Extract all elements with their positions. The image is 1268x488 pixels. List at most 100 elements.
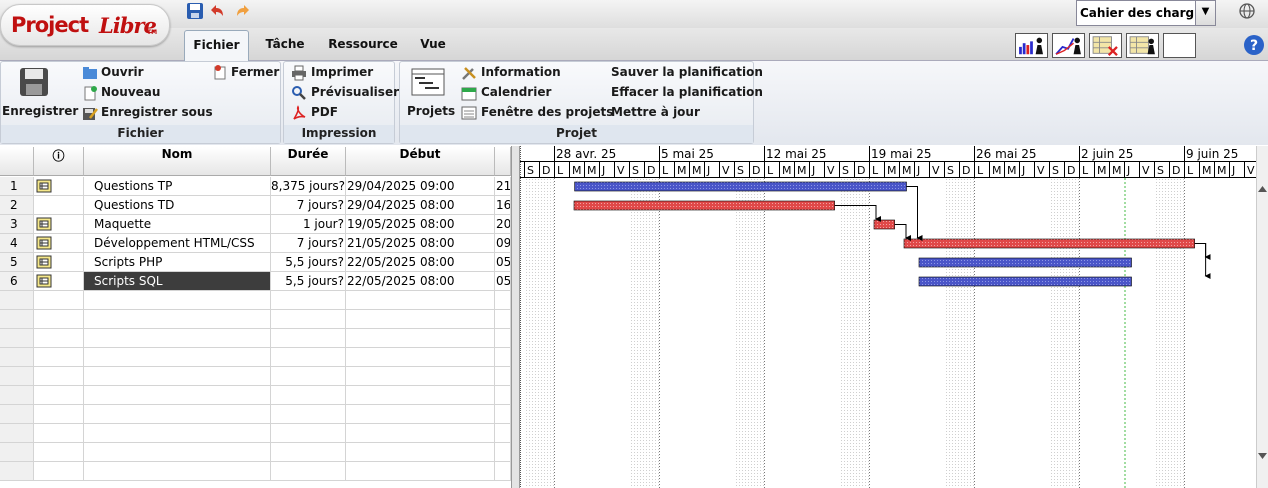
end-cell[interactable] [495,310,511,329]
table-row[interactable] [0,291,511,310]
header-info[interactable]: ⓘ [34,147,84,176]
calendar-button[interactable]: Calendrier [481,85,551,99]
projects-window-button[interactable]: Fenêtre des projets [481,105,613,119]
end-cell[interactable] [495,329,511,348]
row-number-cell[interactable] [0,443,34,462]
table-row[interactable] [0,386,511,405]
vertical-scrollbar[interactable] [1256,146,1268,488]
task-usage-view-icon[interactable] [1089,33,1122,58]
info-cell[interactable] [34,215,84,234]
table-row[interactable]: 5 Scripts PHP 5,5 jours? 22/05/2025 08:00 05 [0,253,511,272]
resource-usage-view-icon[interactable] [1126,33,1159,58]
clear-baseline-button[interactable]: Effacer la planification [611,85,763,99]
end-cell[interactable]: 21 [495,177,511,196]
duration-cell[interactable]: 7 jours? [271,196,346,215]
end-cell[interactable]: 05 [495,253,511,272]
info-cell[interactable] [34,348,84,367]
table-row[interactable] [0,443,511,462]
name-cell[interactable] [84,367,271,386]
row-number-cell[interactable] [0,367,34,386]
row-number-cell[interactable]: 6 [0,272,34,291]
end-cell[interactable] [495,405,511,424]
table-row[interactable]: 2 Questions TD 7 jours? 29/04/2025 08:00 16 [0,196,511,215]
start-cell[interactable] [346,329,495,348]
redo-icon[interactable] [234,2,252,20]
info-cell[interactable] [34,405,84,424]
undo-icon[interactable] [208,2,226,20]
end-cell[interactable]: 09 [495,234,511,253]
table-row[interactable]: 4 Développement HTML/CSS 7 jours? 21/05/202… [0,234,511,253]
globe-icon[interactable] [1238,2,1256,20]
blank-view-button[interactable] [1163,33,1196,58]
save-as-button[interactable]: Enregistrer sous [101,105,213,119]
start-cell[interactable]: 22/05/2025 08:00 [346,272,495,291]
start-cell[interactable] [346,386,495,405]
project-selector[interactable]: Cahier des charg... ▼ [1076,0,1216,26]
info-cell[interactable] [34,253,84,272]
end-cell[interactable]: 16 [495,196,511,215]
info-cell[interactable] [34,272,84,291]
name-cell[interactable]: Questions TD [84,196,271,215]
row-number-cell[interactable]: 2 [0,196,34,215]
table-row[interactable]: 3 Maquette 1 jour? 19/05/2025 08:00 20 [0,215,511,234]
info-cell[interactable] [34,443,84,462]
row-number-cell[interactable] [0,291,34,310]
end-cell[interactable] [495,462,511,481]
tab-tache[interactable]: Tâche [254,30,316,61]
duration-cell[interactable] [271,462,346,481]
table-row[interactable] [0,424,511,443]
row-number-cell[interactable] [0,310,34,329]
header-row-number[interactable] [0,147,34,176]
duration-cell[interactable] [271,386,346,405]
preview-button[interactable]: Prévisualiser [311,85,399,99]
start-cell[interactable]: 29/04/2025 08:00 [346,196,495,215]
duration-cell[interactable] [271,424,346,443]
info-cell[interactable] [34,234,84,253]
duration-cell[interactable] [271,329,346,348]
start-cell[interactable] [346,367,495,386]
header-name[interactable]: Nom [84,147,271,176]
start-cell[interactable]: 21/05/2025 08:00 [346,234,495,253]
end-cell[interactable] [495,424,511,443]
start-cell[interactable]: 29/04/2025 09:00 [346,177,495,196]
duration-cell[interactable]: 7 jours? [271,234,346,253]
information-button[interactable]: Information [481,65,561,79]
info-cell[interactable] [34,177,84,196]
split-divider[interactable] [511,146,520,488]
table-row[interactable]: 1 Questions TP 8,375 jours? 29/04/2025 09:0… [0,177,511,196]
tab-vue[interactable]: Vue [410,30,456,61]
end-cell[interactable] [495,348,511,367]
duration-cell[interactable]: 8,375 jours? [271,177,346,196]
start-cell[interactable] [346,291,495,310]
duration-cell[interactable]: 5,5 jours? [271,253,346,272]
row-number-cell[interactable] [0,405,34,424]
row-number-cell[interactable] [0,386,34,405]
help-icon[interactable]: ? [1243,34,1265,56]
start-cell[interactable] [346,348,495,367]
name-cell[interactable]: Scripts SQL [84,272,271,291]
duration-cell[interactable]: 5,5 jours? [271,272,346,291]
gantt-chart[interactable]: 28 avr. 25 5 mai 25 12 mai 25 19 mai 25 26 m… [520,146,1256,488]
info-cell[interactable] [34,386,84,405]
info-cell[interactable] [34,367,84,386]
save-disk-icon[interactable] [18,66,50,98]
row-number-cell[interactable] [0,329,34,348]
row-number-cell[interactable] [0,462,34,481]
duration-cell[interactable] [271,405,346,424]
info-cell[interactable] [34,462,84,481]
header-start[interactable]: Début [346,147,495,176]
update-button[interactable]: Mettre à jour [611,105,700,119]
info-cell[interactable] [34,291,84,310]
duration-cell[interactable] [271,443,346,462]
info-cell[interactable] [34,329,84,348]
start-cell[interactable] [346,443,495,462]
open-button[interactable]: Ouvrir [101,65,144,79]
name-cell[interactable] [84,310,271,329]
name-cell[interactable] [84,424,271,443]
projects-icon[interactable] [411,68,445,96]
table-row[interactable] [0,367,511,386]
info-cell[interactable] [34,424,84,443]
name-cell[interactable] [84,386,271,405]
start-cell[interactable]: 22/05/2025 08:00 [346,253,495,272]
print-button[interactable]: Imprimer [311,65,373,79]
